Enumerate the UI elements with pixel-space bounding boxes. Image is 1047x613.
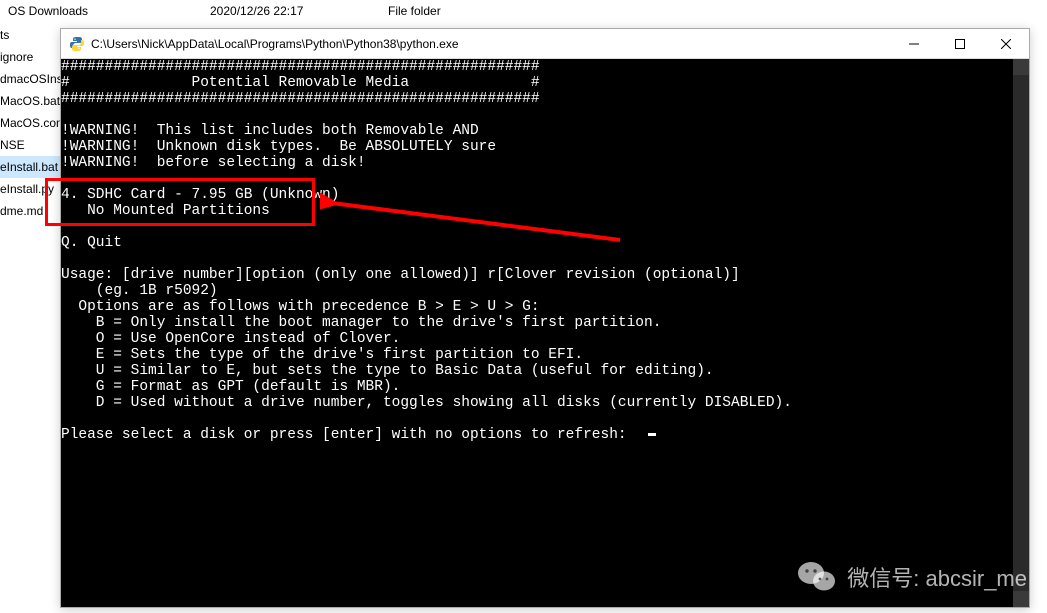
console-line: !WARNING! before selecting a disk! bbox=[61, 155, 366, 171]
watermark: 微信号: abcsir_me bbox=[797, 559, 1027, 595]
console-line: D = Used without a drive number, toggles… bbox=[61, 395, 792, 411]
console-line: Options are as follows with precedence B… bbox=[61, 299, 540, 315]
explorer-row-name: OS Downloads bbox=[8, 4, 208, 18]
console-line: !WARNING! Unknown disk types. Be ABSOLUT… bbox=[61, 139, 496, 155]
console-output[interactable]: ########################################… bbox=[61, 59, 1029, 607]
console-line: !WARNING! This list includes both Remova… bbox=[61, 123, 479, 139]
console-line: ########################################… bbox=[61, 59, 540, 75]
console-prompt: Please select a disk or press [enter] wi… bbox=[61, 427, 644, 443]
window-title: C:\Users\Nick\AppData\Local\Programs\Pyt… bbox=[91, 37, 891, 51]
list-item[interactable]: MacOS.com bbox=[0, 112, 60, 134]
list-item[interactable]: ts bbox=[0, 24, 60, 46]
close-button[interactable] bbox=[983, 29, 1029, 58]
list-item[interactable]: dmacOSInstall bbox=[0, 68, 60, 90]
console-line: E = Sets the type of the drive's first p… bbox=[61, 347, 583, 363]
console-line: G = Format as GPT (default is MBR). bbox=[61, 379, 400, 395]
wechat-icon bbox=[797, 559, 837, 595]
list-item[interactable]: NSE bbox=[0, 134, 60, 156]
watermark-label: 微信号: abcsir_me bbox=[847, 561, 1027, 593]
maximize-button[interactable] bbox=[937, 29, 983, 58]
cursor-icon bbox=[648, 433, 656, 436]
console-line: 4. SDHC Card - 7.95 GB (Unknown) bbox=[61, 187, 339, 203]
console-line: Q. Quit bbox=[61, 235, 122, 251]
list-item[interactable]: eInstall.bat bbox=[0, 156, 60, 178]
console-line: # Potential Removable Media # bbox=[61, 75, 540, 91]
console-line: Usage: [drive number][option (only one a… bbox=[61, 267, 740, 283]
window-controls bbox=[891, 29, 1029, 58]
console-line: ########################################… bbox=[61, 91, 540, 107]
python-icon bbox=[69, 36, 85, 52]
explorer-row-date: 2020/12/26 22:17 bbox=[210, 4, 303, 18]
console-window: C:\Users\Nick\AppData\Local\Programs\Pyt… bbox=[60, 28, 1030, 608]
console-line: B = Only install the boot manager to the… bbox=[61, 315, 661, 331]
explorer-row-type: File folder bbox=[388, 4, 441, 18]
list-item[interactable]: eInstall.py bbox=[0, 178, 60, 200]
console-line: U = Similar to E, but sets the type to B… bbox=[61, 363, 714, 379]
console-line: No Mounted Partitions bbox=[61, 203, 270, 219]
console-line: O = Use OpenCore instead of Clover. bbox=[61, 331, 400, 347]
scrollbar[interactable] bbox=[1013, 59, 1029, 607]
minimize-button[interactable] bbox=[891, 29, 937, 58]
window-titlebar[interactable]: C:\Users\Nick\AppData\Local\Programs\Pyt… bbox=[61, 29, 1029, 59]
explorer-sidebar: ts ignore dmacOSInstall MacOS.bat MacOS.… bbox=[0, 24, 60, 222]
list-item[interactable]: ignore bbox=[0, 46, 60, 68]
explorer-row[interactable]: OS Downloads 2020/12/26 22:17 File folde… bbox=[0, 0, 1047, 22]
console-line: (eg. 1B r5092) bbox=[61, 283, 218, 299]
list-item[interactable]: MacOS.bat bbox=[0, 90, 60, 112]
list-item[interactable]: dme.md bbox=[0, 200, 60, 222]
